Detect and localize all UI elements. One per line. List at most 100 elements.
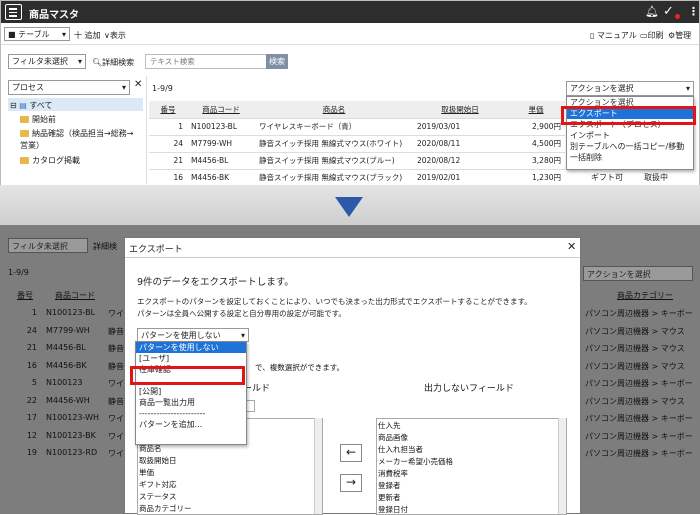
tree-item-all[interactable]: ⊟ ▤ すべて xyxy=(8,98,143,111)
no-output-field-item[interactable]: 消費税率 xyxy=(378,468,408,479)
bg-cell-no: 19 xyxy=(26,448,37,457)
process-select[interactable]: プロセス xyxy=(8,80,130,95)
bg-cell-name: ワイ xyxy=(108,449,124,458)
pattern-add-option[interactable]: パターンを追加... xyxy=(136,419,246,430)
status-cell: 取扱中 xyxy=(644,173,668,182)
no-output-field-item[interactable]: 登録日付 xyxy=(378,504,408,515)
bg-filter-select: フィルタ未選択 xyxy=(8,238,88,253)
bg-cell-code: N100123-WH xyxy=(46,413,100,422)
bg-cell-cat: パソコン周辺機器 > キーボー xyxy=(585,309,693,318)
dialog-desc: パターンは全員へ公開する設定と自分専用の設定が可能です。 xyxy=(137,309,346,318)
bell-icon[interactable]: 🔔︎ xyxy=(645,5,659,18)
scrollbar[interactable] xyxy=(314,418,322,514)
scrollbar[interactable] xyxy=(558,418,566,514)
show-button[interactable]: ∨表示 xyxy=(104,30,126,41)
bg-cell-name: ワイ xyxy=(108,414,124,423)
output-field-item[interactable]: 商品カテゴリー xyxy=(139,503,192,514)
bg-cell-name: ワイ xyxy=(108,431,124,441)
manual-link[interactable]: ▯ マニュアル xyxy=(590,30,637,41)
pattern-option[interactable]: 商品一覧出力用 xyxy=(136,397,246,408)
col-price[interactable]: 単価 xyxy=(507,101,565,119)
pattern-menu: パターンを使用しない [ユーザ] 在庫確認 [公開] 商品一覧出力用 -----… xyxy=(135,341,247,445)
check-icon[interactable]: ✓ xyxy=(663,4,674,19)
bg-cell-code: N100123 xyxy=(46,378,83,387)
table-row[interactable]: 24 M7799-WH 静音スイッチ採用 無線式マウス(ホワイト) 2020/08/1… xyxy=(149,135,565,153)
no-output-field-item[interactable]: 更新者 xyxy=(378,492,401,503)
close-icon[interactable]: ✕ xyxy=(134,79,142,90)
move-right-button[interactable]: → xyxy=(340,474,362,492)
cell-no: 16 xyxy=(149,169,187,187)
action-select[interactable]: アクションを選択 xyxy=(566,81,694,96)
bg-cell-no: 16 xyxy=(26,360,37,370)
tree-label: 開始前 xyxy=(32,115,56,124)
tree-item-catalog[interactable]: カタログ掲載 xyxy=(20,155,80,166)
manual-label: マニュアル xyxy=(596,31,637,40)
bg-cell-name: 静音 xyxy=(108,344,124,353)
pattern-select[interactable]: パターンを使用しない xyxy=(137,328,249,342)
bg-cell-cat: パソコン周辺機器 > キーボー xyxy=(585,379,693,388)
cell-name: 静音スイッチ採用 無線式マウス(ホワイト) xyxy=(255,135,413,153)
multi-select-hint: で、複数選択ができます。 xyxy=(255,363,344,372)
bg-cell-code: M4456-BL xyxy=(46,343,86,352)
detail-search-link[interactable]: 🔍︎詳細検索 xyxy=(92,57,134,68)
no-output-field-item[interactable]: 仕入先 xyxy=(378,420,401,431)
cell-no: 24 xyxy=(149,135,187,153)
add-button[interactable]: 十 追加 xyxy=(74,30,101,41)
output-field-item[interactable]: 単価 xyxy=(139,467,154,478)
bg-cell-no: 17 xyxy=(26,413,37,422)
no-output-field-item[interactable]: 登録者 xyxy=(378,480,401,491)
close-icon[interactable]: ✕ xyxy=(567,240,576,253)
table-select[interactable]: ■ テーブル xyxy=(4,27,70,41)
output-field-item[interactable]: ギフト対応 xyxy=(139,479,177,490)
no-output-field-item[interactable]: 商品画像 xyxy=(378,432,408,443)
bg-cell-code: N100123-BL xyxy=(46,308,96,317)
admin-link[interactable]: ⚙管理 xyxy=(668,30,691,41)
more-icon[interactable]: ⋮ xyxy=(688,5,699,18)
record-count: 1-9/9 xyxy=(152,84,173,93)
bg-cell-name: 静音 xyxy=(108,326,124,336)
menu-icon[interactable] xyxy=(5,4,22,20)
cell-no: 21 xyxy=(149,152,187,170)
bg-cell-name: ワイ xyxy=(108,379,124,388)
folder-icon xyxy=(20,157,29,164)
pattern-option[interactable]: パターンを使用しない xyxy=(136,342,246,353)
tree-item-delivery[interactable]: 納品確認（検品担当→総務→営業） xyxy=(20,128,140,152)
bg-cell-name: 静音 xyxy=(108,396,124,406)
filter-select[interactable]: フィルタ未選択 xyxy=(8,54,86,69)
print-link[interactable]: ▭印刷 xyxy=(640,30,664,41)
action-option[interactable]: 別テーブルへの一括コピー/移動 xyxy=(567,141,693,152)
tree-item-before[interactable]: 開始前 xyxy=(20,114,56,125)
cell-code: M4456-BL xyxy=(187,152,255,170)
no-output-field-item[interactable]: 仕入れ担当者 xyxy=(378,444,423,455)
move-left-button[interactable]: ← xyxy=(340,444,362,462)
bg-cell-cat: パソコン周辺機器 > マウス xyxy=(585,396,685,406)
folder-icon xyxy=(20,116,29,123)
col-no[interactable]: 番号 xyxy=(149,101,187,119)
col-date[interactable]: 取扱開始日 xyxy=(413,101,507,119)
cell-name: 静音スイッチ採用 無線式マウス(ブルー) xyxy=(255,152,413,170)
table-row[interactable]: 21 M4456-BL 静音スイッチ採用 無線式マウス(ブルー) 2020/08/12… xyxy=(149,152,565,170)
no-output-field-item[interactable]: メーカー希望小売価格 xyxy=(378,456,453,467)
action-option[interactable]: 一括削除 xyxy=(567,152,693,163)
no-output-field-label: 出力しないフィールド xyxy=(424,384,514,394)
folder-icon xyxy=(20,130,29,137)
search-button[interactable]: 検索 xyxy=(266,54,288,69)
output-field-item[interactable]: 取扱開始日 xyxy=(139,455,177,466)
gift-cell: ギフト可 xyxy=(591,173,623,182)
cell-no: 1 xyxy=(149,118,187,136)
divider xyxy=(1,44,699,45)
col-name[interactable]: 商品名 xyxy=(255,101,413,119)
action-option[interactable]: インポート xyxy=(567,130,693,141)
tree-label: すべて xyxy=(29,101,53,110)
text-search-input[interactable] xyxy=(145,54,267,69)
col-code[interactable]: 商品コード xyxy=(187,101,255,119)
table-row[interactable]: 1 N100123-BL ワイヤレスキーボード（青） 2019/03/01 2,900円 xyxy=(149,118,565,136)
output-field-item[interactable]: ステータス xyxy=(139,491,177,502)
dialog-header: エクスポート ✕ xyxy=(125,238,580,258)
cell-date: 2019/02/01 xyxy=(413,169,507,187)
table-row[interactable]: 16 M4456-BK 静音スイッチ採用 無線式マウス(ブラック) 2019/02/0… xyxy=(149,169,565,187)
print-label: 印刷 xyxy=(647,31,664,40)
bg-cell-cat: パソコン周辺機器 > マウス xyxy=(585,344,685,353)
bg-col-cat: 商品カテゴリー xyxy=(617,291,673,300)
cell-price: 3,280円 xyxy=(507,152,565,170)
